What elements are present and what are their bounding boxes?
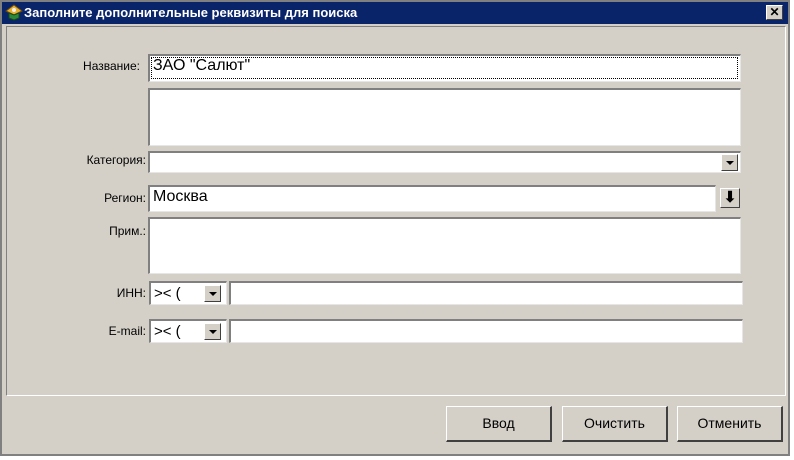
email-label: E-mail:: [108, 324, 146, 338]
title-bar[interactable]: Заполните дополнительные реквизиты для п…: [2, 2, 788, 24]
cancel-button[interactable]: Отменить: [677, 406, 783, 442]
region-field[interactable]: Москва: [148, 185, 716, 212]
inn-operator-select[interactable]: >< (: [149, 281, 227, 305]
chevron-down-icon: [209, 292, 217, 296]
clear-button[interactable]: Очистить: [562, 406, 668, 442]
inn-field[interactable]: [229, 281, 743, 305]
category-dropdown-button[interactable]: [721, 154, 738, 171]
category-select[interactable]: [148, 151, 741, 173]
window-title: Заполните дополнительные реквизиты для п…: [24, 5, 358, 20]
note-field[interactable]: [148, 217, 741, 274]
email-operator-dropdown-button[interactable]: [204, 323, 221, 340]
close-icon: ✕: [769, 5, 780, 19]
close-button[interactable]: ✕: [766, 5, 783, 20]
chevron-down-icon: [209, 330, 217, 334]
arrow-down-icon: ⬇: [723, 189, 737, 206]
name-label: Название:: [83, 59, 140, 73]
search-details-dialog: Заполните дополнительные реквизиты для п…: [0, 0, 790, 456]
region-label: Регион:: [104, 191, 146, 205]
email-field[interactable]: [229, 319, 743, 343]
email-operator-value: >< (: [154, 323, 181, 340]
name-field[interactable]: ЗАО "Салют": [148, 54, 741, 82]
chevron-down-icon: [726, 161, 734, 165]
inn-operator-dropdown-button[interactable]: [204, 285, 221, 302]
ok-button[interactable]: Ввод: [446, 406, 552, 442]
email-operator-select[interactable]: >< (: [149, 319, 227, 343]
name-extra-field[interactable]: [148, 88, 741, 146]
region-pick-button[interactable]: ⬇: [720, 188, 740, 208]
inn-operator-value: >< (: [154, 285, 181, 302]
category-label: Категория:: [86, 153, 146, 167]
app-icon: [5, 4, 23, 22]
note-label: Прим.:: [109, 224, 146, 238]
inn-label: ИНН:: [116, 286, 146, 300]
